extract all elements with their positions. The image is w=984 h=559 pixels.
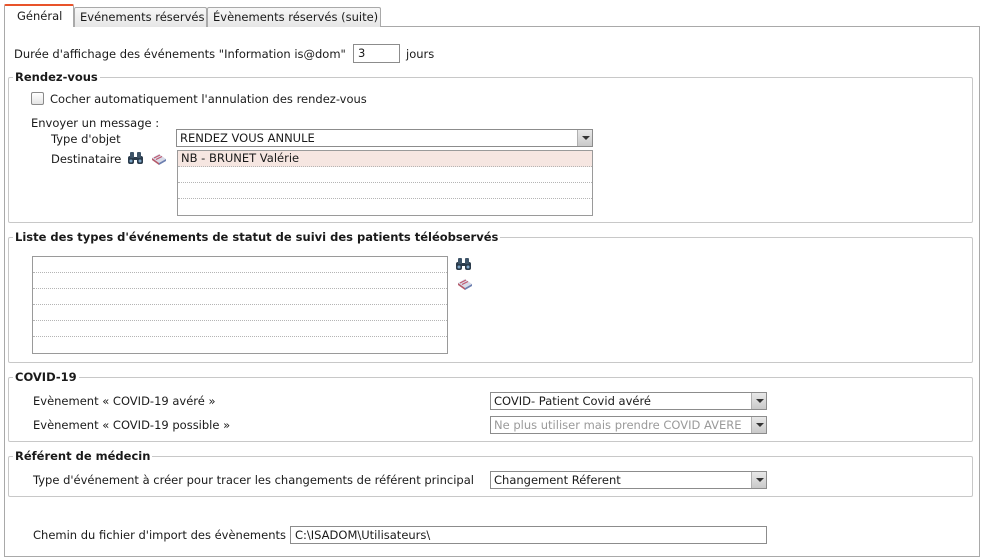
display-duration-label: Durée d'affichage des événements "Inform… xyxy=(14,47,346,61)
tab-reserved-events-continued-label: Évènements réservés (suite) xyxy=(213,10,379,24)
binoculars-icon[interactable] xyxy=(127,151,145,165)
referent-event-select[interactable]: Changement Réferent xyxy=(490,471,767,489)
display-duration-unit: jours xyxy=(406,47,435,61)
recipient-row[interactable] xyxy=(178,167,592,183)
chevron-down-icon xyxy=(751,417,766,433)
recipient-row[interactable] xyxy=(178,199,592,215)
send-message-label: Envoyer un message : xyxy=(31,116,160,130)
rdv-legend: Rendez-vous xyxy=(13,70,100,84)
display-duration-input[interactable]: 3 xyxy=(353,44,400,63)
chevron-down-icon xyxy=(751,393,766,409)
auto-cancel-checkbox[interactable] xyxy=(31,92,44,105)
tab-general-label: Général xyxy=(17,9,63,23)
import-path-label: Chemin du fichier d'import des évènement… xyxy=(33,528,286,542)
tele-events-list[interactable] xyxy=(32,256,448,354)
object-type-label: Type d'objet xyxy=(51,132,121,146)
object-type-value: RENDEZ VOUS ANNULE xyxy=(180,131,315,145)
referent-legend: Référent de médecin xyxy=(13,449,153,463)
covid-possible-label: Evènement « COVID-19 possible » xyxy=(33,418,231,432)
auto-cancel-label: Cocher automatiquement l'annulation des … xyxy=(50,92,367,106)
tab-general[interactable]: Général xyxy=(4,4,74,27)
eraser-icon[interactable] xyxy=(150,152,168,166)
tele-event-row[interactable] xyxy=(33,257,447,273)
recipient-row[interactable]: NB - BRUNET Valérie xyxy=(178,151,592,167)
covid-confirmed-value: COVID- Patient Covid avéré xyxy=(494,394,651,408)
covid-legend: COVID-19 xyxy=(13,370,79,384)
tele-event-row[interactable] xyxy=(33,289,447,305)
tab-reserved-events-continued[interactable]: Évènements réservés (suite) xyxy=(207,7,381,27)
recipient-list[interactable]: NB - BRUNET Valérie xyxy=(177,150,593,216)
tele-event-row[interactable] xyxy=(33,337,447,353)
recipient-row[interactable] xyxy=(178,183,592,199)
recipient-label: Destinataire xyxy=(51,152,122,166)
tele-event-row[interactable] xyxy=(33,305,447,321)
covid-possible-value: Ne plus utiliser mais prendre COVID AVER… xyxy=(494,418,742,432)
referent-event-label: Type d'événement à créer pour tracer les… xyxy=(33,473,474,487)
chevron-down-icon xyxy=(751,472,766,488)
tab-reserved-events-label: Evénements réservés xyxy=(80,10,205,24)
tele-legend: Liste des types d'événements de statut d… xyxy=(13,230,501,244)
import-path-input[interactable]: C:\ISADOM\Utilisateurs\ xyxy=(290,526,767,544)
object-type-select[interactable]: RENDEZ VOUS ANNULE xyxy=(176,129,593,147)
tab-reserved-events[interactable]: Evénements réservés xyxy=(74,7,207,27)
chevron-down-icon xyxy=(577,130,592,146)
binoculars-icon[interactable] xyxy=(455,257,473,271)
referent-event-value: Changement Réferent xyxy=(494,473,621,487)
tele-event-row[interactable] xyxy=(33,273,447,289)
covid-confirmed-label: Evènement « COVID-19 avéré » xyxy=(33,394,216,408)
eraser-icon[interactable] xyxy=(456,277,474,291)
covid-possible-select[interactable]: Ne plus utiliser mais prendre COVID AVER… xyxy=(490,416,767,434)
tele-event-row[interactable] xyxy=(33,321,447,337)
covid-confirmed-select[interactable]: COVID- Patient Covid avéré xyxy=(490,392,767,410)
